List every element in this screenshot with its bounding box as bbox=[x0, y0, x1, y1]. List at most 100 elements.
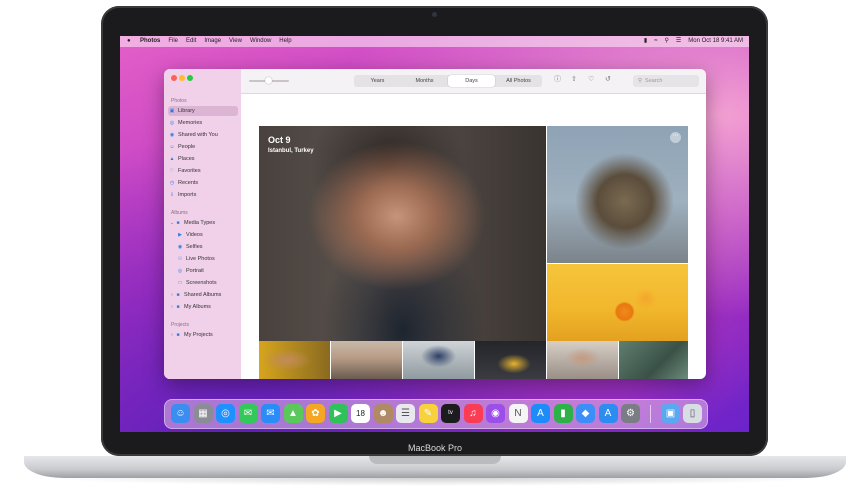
photo-thumb-1[interactable] bbox=[259, 341, 330, 379]
library-icon: ▣ bbox=[169, 108, 175, 114]
sidebar-item-my-projects[interactable]: › ■ My Projects bbox=[168, 330, 238, 340]
menu-clock[interactable]: Mon Oct 18 9:41 AM bbox=[688, 36, 743, 47]
launchpad-icon[interactable]: ▦ bbox=[193, 404, 213, 423]
info-icon[interactable]: ⓘ bbox=[554, 76, 561, 84]
close-button[interactable] bbox=[171, 75, 177, 81]
camera bbox=[432, 12, 437, 17]
numbers-icon[interactable]: ▮ bbox=[553, 404, 573, 423]
menu-view[interactable]: View bbox=[229, 36, 242, 47]
sidebar-item-places[interactable]: ▲ Places bbox=[168, 154, 238, 164]
sidebar-item-label: Live Photos bbox=[186, 256, 215, 262]
app-store-alt-icon[interactable]: A bbox=[598, 404, 618, 423]
menu-image[interactable]: Image bbox=[204, 36, 221, 47]
sidebar-item-favorites[interactable]: ♡ Favorites bbox=[168, 166, 238, 176]
tab-months[interactable]: Months bbox=[401, 75, 448, 87]
people-icon: ☺ bbox=[169, 144, 175, 150]
sidebar-item-label: Recents bbox=[178, 180, 199, 186]
sidebar: Photos ▣ Library ◎ Memories ◉ Shared with Y… bbox=[164, 69, 241, 379]
sidebar-item-label: My Albums bbox=[184, 304, 211, 310]
sidebar-item-my-albums[interactable]: › ■ My Albums bbox=[168, 302, 238, 312]
photo-oranges-bag[interactable] bbox=[547, 264, 688, 341]
zoom-button[interactable] bbox=[187, 75, 193, 81]
contacts-icon[interactable]: ☻ bbox=[373, 404, 393, 423]
sidebar-item-label: Media Types bbox=[184, 220, 216, 226]
sidebar-item-portrait[interactable]: ◎ Portrait bbox=[176, 266, 246, 276]
apple-tv-icon[interactable]: tv bbox=[441, 404, 460, 423]
photo-thumb-6[interactable] bbox=[619, 341, 688, 379]
sidebar-item-label: Places bbox=[178, 156, 195, 162]
photo-thumb-3[interactable] bbox=[403, 341, 474, 379]
downloads-folder-icon[interactable]: ▣ bbox=[661, 404, 680, 423]
hero-date: Oct 9 bbox=[268, 135, 291, 145]
spotlight-icon[interactable]: ⚲ bbox=[665, 36, 669, 47]
zoom-slider[interactable] bbox=[249, 77, 289, 84]
share-icon[interactable]: ⇧ bbox=[571, 76, 577, 84]
more-options-icon[interactable]: ⋯ bbox=[670, 132, 681, 143]
notes-icon[interactable]: ✎ bbox=[418, 404, 438, 423]
photos-icon[interactable]: ✿ bbox=[306, 404, 325, 423]
control-center-icon[interactable]: ☰ bbox=[676, 36, 681, 47]
minimize-button[interactable] bbox=[179, 75, 185, 81]
sidebar-section-photos: Photos bbox=[171, 98, 187, 104]
hero-location: Istanbul, Turkey bbox=[268, 148, 314, 154]
sidebar-item-shared-with-you[interactable]: ◉ Shared with You bbox=[168, 130, 238, 140]
news-icon[interactable]: N bbox=[508, 404, 528, 423]
calendar-icon[interactable]: 18 bbox=[351, 404, 370, 423]
zoom-slider-knob[interactable] bbox=[265, 77, 272, 84]
screen: ● Photos File Edit Image View Window Hel… bbox=[120, 36, 749, 432]
app-store-icon[interactable]: A bbox=[531, 404, 550, 423]
finder-icon[interactable]: ☺ bbox=[171, 404, 190, 423]
photo-thumb-2[interactable] bbox=[331, 341, 402, 379]
menu-bar: ● Photos File Edit Image View Window Hel… bbox=[120, 36, 749, 47]
maps-icon[interactable]: ▲ bbox=[283, 404, 303, 423]
battery-icon[interactable]: ▮ bbox=[644, 36, 647, 47]
tab-all-photos[interactable]: All Photos bbox=[495, 75, 542, 87]
imports-icon: ⇩ bbox=[169, 192, 175, 198]
menu-help[interactable]: Help bbox=[279, 36, 291, 47]
sidebar-item-imports[interactable]: ⇩ Imports bbox=[168, 190, 238, 200]
sidebar-item-screenshots[interactable]: □ Screenshots bbox=[176, 278, 246, 288]
photo-thumb-4[interactable] bbox=[475, 341, 546, 379]
mail-icon[interactable]: ✉ bbox=[261, 404, 280, 423]
facetime-icon[interactable]: ▶ bbox=[328, 404, 348, 423]
sidebar-item-media-types[interactable]: ⌄ ■ Media Types bbox=[168, 218, 238, 228]
podcasts-icon[interactable]: ◉ bbox=[486, 404, 505, 423]
folder-icon: ■ bbox=[176, 220, 180, 226]
sidebar-item-selfies[interactable]: ◉ Selfies bbox=[176, 242, 246, 252]
sidebar-item-people[interactable]: ☺ People bbox=[168, 142, 238, 152]
wifi-icon[interactable]: ≈ bbox=[654, 36, 657, 47]
heart-icon[interactable]: ♡ bbox=[588, 76, 594, 84]
search-placeholder: Search bbox=[645, 78, 663, 84]
menu-window[interactable]: Window bbox=[250, 36, 271, 47]
sidebar-item-videos[interactable]: ▶ Videos bbox=[176, 230, 246, 240]
sidebar-item-memories[interactable]: ◎ Memories bbox=[168, 118, 238, 128]
messages-icon[interactable]: ✉ bbox=[238, 404, 258, 423]
safari-icon[interactable]: ◎ bbox=[216, 404, 235, 423]
keynote-icon[interactable]: ◆ bbox=[576, 404, 595, 423]
sidebar-item-live-photos[interactable]: ☉ Live Photos bbox=[176, 254, 246, 264]
music-icon[interactable]: ♫ bbox=[463, 404, 483, 423]
trash-icon[interactable]: ▯ bbox=[683, 404, 702, 423]
menu-app-photos[interactable]: Photos bbox=[140, 36, 160, 47]
sidebar-item-recents[interactable]: ◷ Recents bbox=[168, 178, 238, 188]
video-icon: ▶ bbox=[178, 232, 182, 238]
photo-woman-dancing[interactable]: ⋯ bbox=[547, 126, 688, 263]
photo-hero-portrait[interactable]: Oct 9 Istanbul, Turkey bbox=[259, 126, 546, 341]
sidebar-item-label: People bbox=[178, 144, 196, 150]
sidebar-item-library[interactable]: ▣ Library bbox=[168, 106, 238, 116]
system-preferences-icon[interactable]: ⚙ bbox=[621, 404, 640, 423]
tab-years[interactable]: Years bbox=[354, 75, 401, 87]
sidebar-item-shared-albums[interactable]: › ■ Shared Albums bbox=[168, 290, 238, 300]
rotate-icon[interactable]: ↺ bbox=[605, 76, 611, 84]
reminders-icon[interactable]: ☰ bbox=[396, 404, 415, 423]
apple-menu-icon[interactable]: ● bbox=[127, 36, 131, 47]
laptop-base bbox=[24, 456, 846, 478]
sidebar-item-label: My Projects bbox=[184, 332, 213, 338]
screenshot-icon: □ bbox=[178, 280, 182, 286]
photo-thumb-5[interactable] bbox=[547, 341, 618, 379]
menu-file[interactable]: File bbox=[168, 36, 178, 47]
sidebar-item-label: Imports bbox=[178, 192, 197, 198]
tab-days[interactable]: Days bbox=[448, 75, 495, 87]
menu-edit[interactable]: Edit bbox=[186, 36, 196, 47]
search-field[interactable]: ⚲ Search bbox=[633, 75, 699, 87]
